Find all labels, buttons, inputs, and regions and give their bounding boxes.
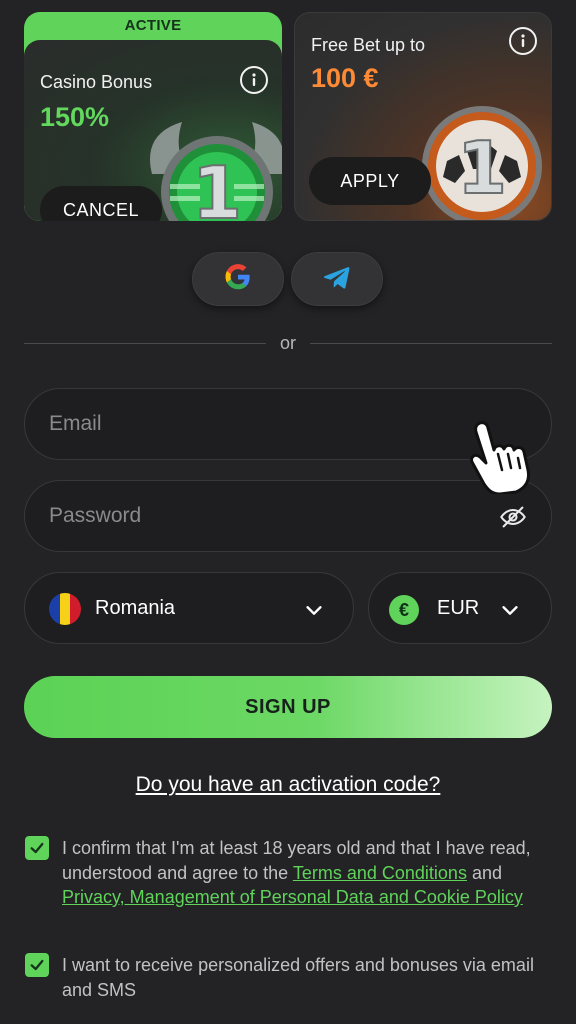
apply-button[interactable]: APPLY: [309, 157, 431, 205]
telegram-login-button[interactable]: [291, 252, 383, 306]
cancel-button[interactable]: CANCEL: [40, 186, 162, 221]
soccer-ball-medal-icon: 1: [407, 91, 551, 220]
casino-bonus-card-body: Casino Bonus 150% 1 CANCEL: [24, 40, 282, 221]
telegram-icon: [322, 262, 352, 297]
age-consent-text-middle: and: [466, 862, 502, 883]
free-bet-card: Free Bet up to 100 € 1 APPLY: [294, 12, 552, 221]
google-icon: [224, 263, 252, 296]
green-medal-number: 1: [192, 151, 242, 221]
password-input[interactable]: [49, 481, 489, 551]
euro-icon: €: [389, 595, 419, 625]
country-value: Romania: [95, 597, 176, 619]
divider-left: [24, 343, 266, 344]
email-input[interactable]: [49, 389, 489, 459]
marketing-consent-text: I want to receive personalized offers an…: [62, 955, 534, 1000]
checkmark-icon: [30, 959, 44, 971]
chevron-down-icon: [499, 599, 521, 626]
romania-flag-icon: [49, 593, 81, 625]
free-bet-value: 100 €: [311, 63, 379, 93]
ball-medal-number: 1: [457, 126, 507, 210]
or-separator: or: [279, 333, 296, 353]
info-icon[interactable]: [240, 66, 268, 94]
country-select[interactable]: Romania: [24, 572, 354, 644]
google-login-button[interactable]: [192, 252, 284, 306]
chevron-down-icon: [303, 599, 325, 626]
hand-pointer-cursor-icon: [464, 418, 538, 499]
privacy-policy-link[interactable]: Privacy, Management of Personal Data and…: [62, 887, 523, 907]
casino-bonus-value: 150%: [40, 102, 110, 132]
casino-bonus-card: ACTIVE Casino Bonus 150% 1 CANCEL: [24, 12, 282, 221]
sign-up-button[interactable]: SIGN UP: [24, 676, 552, 738]
terms-link[interactable]: Terms and Conditions: [293, 863, 467, 883]
info-icon[interactable]: [509, 27, 537, 55]
divider-right: [310, 343, 552, 344]
marketing-consent-checkbox[interactable]: [25, 953, 49, 977]
green-medal-icon: 1: [142, 114, 282, 221]
currency-select[interactable]: € EUR: [368, 572, 552, 644]
active-badge: ACTIVE: [124, 17, 182, 34]
currency-value: EUR: [437, 597, 480, 619]
age-consent-text: I confirm that I'm at least 18 years old…: [62, 836, 552, 910]
casino-bonus-title: Casino Bonus: [40, 72, 153, 92]
activation-code-link[interactable]: Do you have an activation code?: [0, 773, 576, 797]
checkmark-icon: [30, 842, 44, 854]
age-consent-checkbox[interactable]: [25, 836, 49, 860]
eye-off-icon[interactable]: [499, 503, 527, 536]
free-bet-title: Free Bet up to: [311, 35, 426, 55]
